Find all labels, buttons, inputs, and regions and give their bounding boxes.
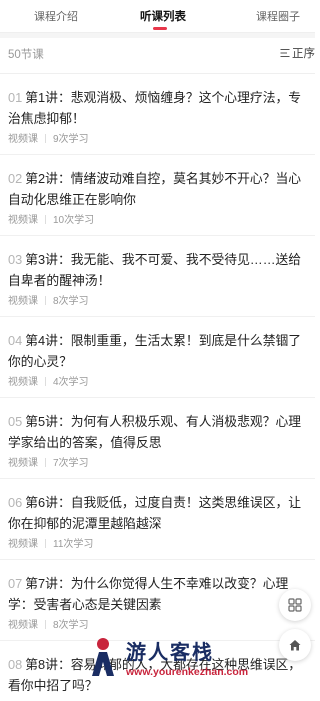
sort-order-button[interactable]: 正序 <box>280 45 315 61</box>
lesson-title: 07 第7讲：为什么你觉得人生不幸难以改变？心理学：受害者心态是关键因素 <box>8 573 308 615</box>
lesson-play-count: 8次学习 <box>53 296 89 307</box>
lesson-title-text: 第7讲：为什么你觉得人生不幸难以改变？心理学：受害者心态是关键因素 <box>8 576 289 612</box>
lesson-title: 02 第2讲：情绪波动难自控，莫名其妙不开心？当心自动化思维正在影响你 <box>8 168 308 210</box>
list-item[interactable]: 01 第1讲：悲观消极、烦恼缠身？这个心理疗法，专治焦虑抑郁！ 视频课 9次学习 <box>0 74 315 155</box>
list-item[interactable]: 06 第6讲：自我贬低，过度自责！这类思维误区，让你在抑郁的泥潭里越陷越深 视频课… <box>0 479 315 560</box>
lesson-number: 04 <box>8 333 23 348</box>
lesson-title-text: 第6讲：自我贬低，过度自责！这类思维误区，让你在抑郁的泥潭里越陷越深 <box>8 495 302 531</box>
lesson-title: 03 第3讲：我无能、我不可爱、我不受待见……送给自卑者的醒神汤！ <box>8 249 308 291</box>
lesson-meta: 视频课 8次学习 <box>8 616 89 631</box>
tab-course-circle[interactable]: 课程圈子 <box>256 8 300 24</box>
tab-course-intro[interactable]: 课程介绍 <box>34 8 78 24</box>
lesson-meta: 视频课 7次学习 <box>8 454 89 469</box>
lesson-play-count: 4次学习 <box>53 377 89 388</box>
lesson-meta: 视频课 11次学习 <box>8 535 93 550</box>
lesson-type: 视频课 <box>8 134 38 145</box>
lesson-meta: 视频课 9次学习 <box>8 130 89 145</box>
lesson-title: 05 第5讲：为何有人积极乐观、有人消极悲观？心理学家给出的答案，值得反思 <box>8 411 308 453</box>
lesson-title: 01 第1讲：悲观消极、烦恼缠身？这个心理疗法，专治焦虑抑郁！ <box>8 87 308 129</box>
lesson-number: 05 <box>8 414 23 429</box>
meta-divider <box>45 458 46 467</box>
meta-divider <box>45 134 46 143</box>
list-item[interactable]: 04 第4讲：限制重重，生活太累！到底是什么禁锢了你的心灵？ 视频课 4次学习 <box>0 317 315 398</box>
list-item[interactable]: 03 第3讲：我无能、我不可爱、我不受待见……送给自卑者的醒神汤！ 视频课 8次学习 <box>0 236 315 317</box>
lesson-number: 08 <box>8 657 23 672</box>
lesson-play-count: 8次学习 <box>53 620 89 631</box>
lesson-number: 07 <box>8 576 23 591</box>
meta-divider <box>45 377 46 386</box>
lesson-play-count: 7次学习 <box>53 458 89 469</box>
grid-menu-button[interactable] <box>279 589 311 621</box>
lesson-meta: 视频课 4次学习 <box>8 373 89 388</box>
meta-divider <box>45 215 46 224</box>
lesson-number: 02 <box>8 171 23 186</box>
active-tab-indicator <box>153 27 167 30</box>
lesson-type: 视频课 <box>8 458 38 469</box>
lesson-type: 视频课 <box>8 377 38 388</box>
lesson-title: 04 第4讲：限制重重，生活太累！到底是什么禁锢了你的心灵？ <box>8 330 308 372</box>
lesson-number: 01 <box>8 90 23 105</box>
lesson-title-text: 第5讲：为何有人积极乐观、有人消极悲观？心理学家给出的答案，值得反思 <box>8 414 302 450</box>
list-item[interactable]: 02 第2讲：情绪波动难自控，莫名其妙不开心？当心自动化思维正在影响你 视频课 10… <box>0 155 315 236</box>
lesson-type: 视频课 <box>8 215 38 226</box>
list-summary-bar: 50节课 正序 <box>0 38 315 74</box>
lesson-type: 视频课 <box>8 539 38 550</box>
lesson-number: 03 <box>8 252 23 267</box>
lesson-play-count: 10次学习 <box>53 215 95 226</box>
lesson-title: 06 第6讲：自我贬低，过度自责！这类思维误区，让你在抑郁的泥潭里越陷越深 <box>8 492 308 534</box>
home-icon <box>289 640 301 651</box>
lesson-title-text: 第2讲：情绪波动难自控，莫名其妙不开心？当心自动化思维正在影响你 <box>8 171 302 207</box>
lesson-title-text: 第4讲：限制重重，生活太累！到底是什么禁锢了你的心灵？ <box>8 333 302 369</box>
lesson-title-text: 第8讲：容易抑郁的人，大都存在这种思维误区，看你中招了吗？ <box>8 657 302 693</box>
lesson-meta: 视频课 8次学习 <box>8 292 89 307</box>
sort-lines-icon <box>280 49 290 57</box>
meta-divider <box>45 620 46 629</box>
lesson-list: 01 第1讲：悲观消极、烦恼缠身？这个心理疗法，专治焦虑抑郁！ 视频课 9次学习 0… <box>0 74 315 701</box>
meta-divider <box>45 296 46 305</box>
home-button[interactable] <box>279 629 311 661</box>
lesson-play-count: 9次学习 <box>53 134 89 145</box>
list-item[interactable]: 05 第5讲：为何有人积极乐观、有人消极悲观？心理学家给出的答案，值得反思 视频课… <box>0 398 315 479</box>
course-tab-bar: 课程介绍 听课列表 课程圈子 <box>0 0 315 33</box>
tab-lesson-list[interactable]: 听课列表 <box>140 8 186 24</box>
grid-icon <box>288 598 302 612</box>
lesson-type: 视频课 <box>8 620 38 631</box>
lesson-meta: 视频课 10次学习 <box>8 211 94 226</box>
lesson-count: 50节课 <box>8 49 44 61</box>
list-item[interactable]: 08 第8讲：容易抑郁的人，大都存在这种思维误区，看你中招了吗？ <box>0 641 315 701</box>
lesson-title-text: 第1讲：悲观消极、烦恼缠身？这个心理疗法，专治焦虑抑郁！ <box>8 90 302 126</box>
sort-order-label: 正序 <box>292 48 315 60</box>
list-item[interactable]: 07 第7讲：为什么你觉得人生不幸难以改变？心理学：受害者心态是关键因素 视频课 8… <box>0 560 315 641</box>
meta-divider <box>45 539 46 548</box>
lesson-number: 06 <box>8 495 23 510</box>
lesson-title-text: 第3讲：我无能、我不可爱、我不受待见……送给自卑者的醒神汤！ <box>8 252 302 288</box>
lesson-title: 08 第8讲：容易抑郁的人，大都存在这种思维误区，看你中招了吗？ <box>8 654 308 696</box>
lesson-play-count: 11次学习 <box>53 539 94 550</box>
lesson-type: 视频课 <box>8 296 38 307</box>
